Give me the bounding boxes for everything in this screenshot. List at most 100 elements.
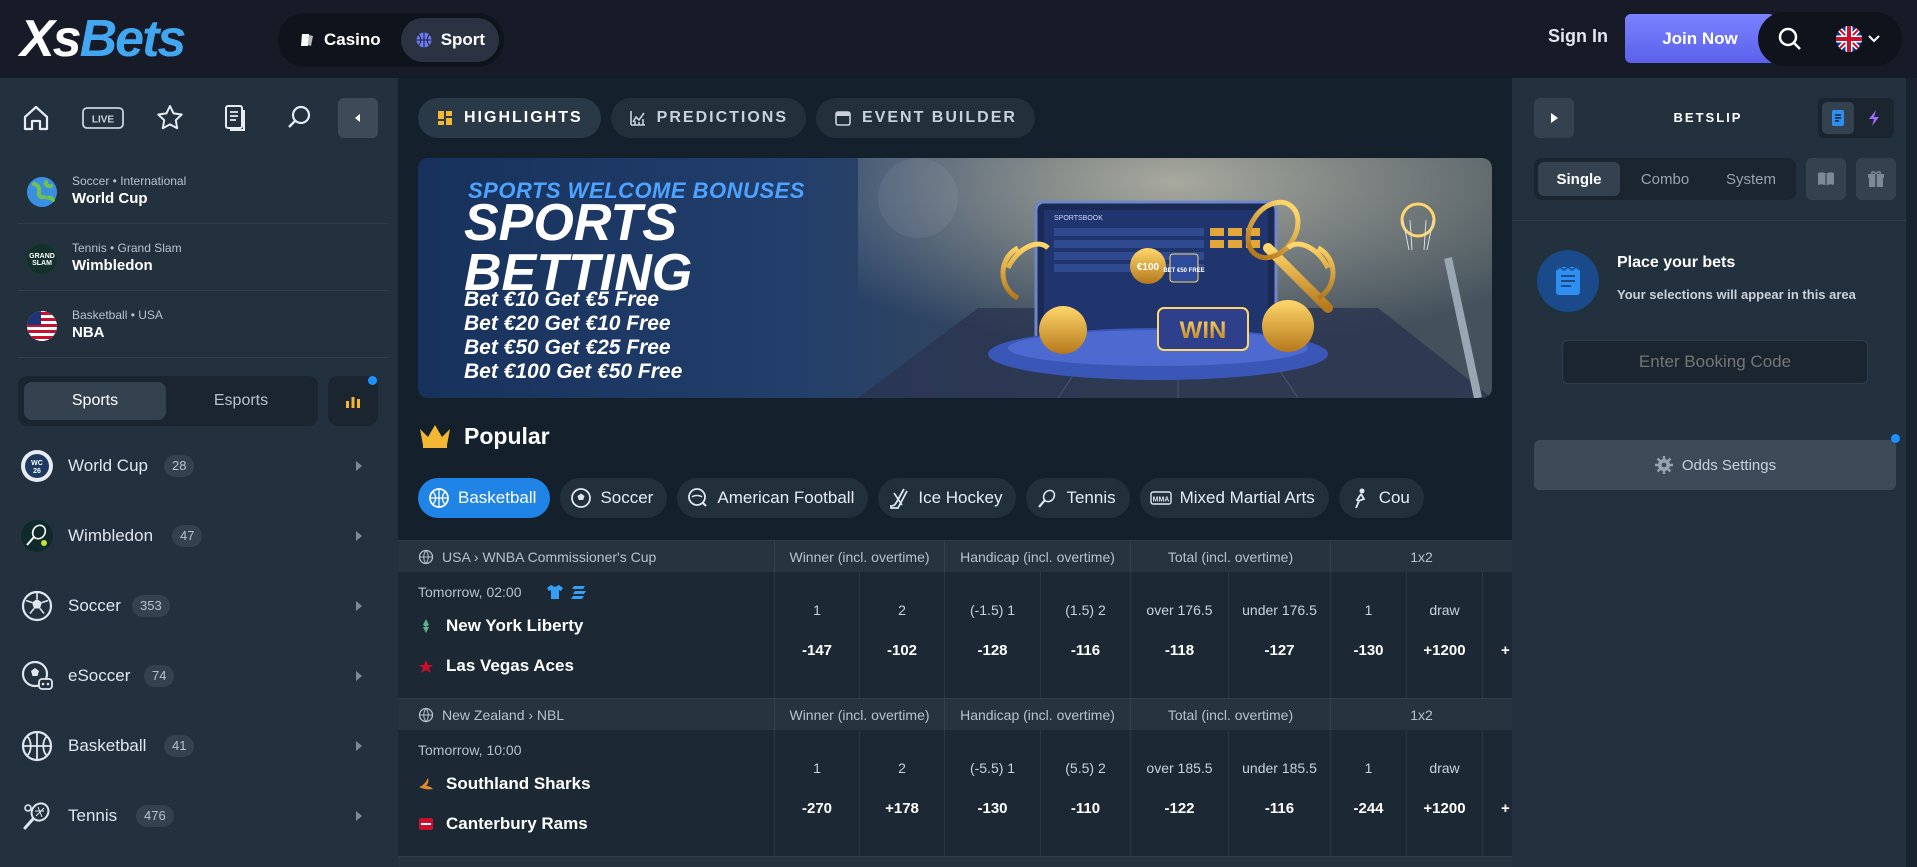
logo[interactable]: XsBets — [20, 12, 186, 66]
uk-flag-icon[interactable] — [1836, 26, 1862, 52]
book-icon — [1818, 172, 1834, 186]
notification-dot — [368, 376, 377, 385]
odds-cell[interactable]: (1.5) 2 -116 — [1040, 572, 1130, 698]
toggle-esports[interactable]: Esports — [170, 382, 312, 420]
collapse-sidebar-button[interactable] — [338, 98, 378, 138]
search-icon[interactable] — [1776, 25, 1804, 53]
svg-text:€100: €100 — [1137, 262, 1160, 273]
product-sport[interactable]: Sport — [400, 18, 500, 62]
chevron-right-icon — [354, 670, 364, 682]
bet-type-system[interactable]: System — [1710, 162, 1792, 196]
chip-tennis[interactable]: Tennis — [1026, 478, 1130, 518]
svg-text:GRAND: GRAND — [29, 253, 55, 260]
svg-text:BET €50 FREE: BET €50 FREE — [1163, 268, 1204, 274]
league-header[interactable]: New Zealand › NBL Winner (incl. overtime… — [398, 698, 1512, 731]
bookmarks-button[interactable] — [1806, 158, 1846, 200]
team-logo-icon — [418, 618, 434, 634]
odds-cell[interactable]: 1 -147 — [774, 572, 859, 698]
gift-icon — [1868, 171, 1884, 187]
sport-item-tennis[interactable]: Tennis 476 — [18, 790, 378, 840]
odds-cell[interactable]: over 185.5 -122 — [1130, 730, 1228, 856]
bet-type-combo[interactable]: Combo — [1624, 162, 1706, 196]
odds-cell[interactable]: draw +1200 — [1406, 730, 1482, 856]
svg-text:WIN: WIN — [1180, 317, 1227, 344]
betslip-collapse-button[interactable] — [1534, 98, 1574, 138]
chevron-down-icon[interactable] — [1868, 34, 1880, 44]
notification-dot — [1891, 434, 1900, 443]
betslip-empty-icon — [1537, 250, 1599, 312]
tab-highlights[interactable]: HIGHLIGHTS — [418, 98, 601, 138]
soccer-icon — [20, 589, 54, 623]
sport-item-esoccer[interactable]: eSoccer 74 — [18, 650, 378, 700]
odds-cell[interactable]: 1 -270 — [774, 730, 859, 856]
odds-cell[interactable]: (5.5) 2 -110 — [1040, 730, 1130, 856]
event-row[interactable]: Tomorrow, 02:00 New York Liberty Las Veg… — [398, 572, 1512, 698]
chip-counter-strike[interactable]: Cou — [1338, 478, 1424, 518]
grid-icon — [436, 109, 454, 127]
odds-cell[interactable]: 1 -130 — [1330, 572, 1406, 698]
tab-predictions[interactable]: PREDICTIONS — [610, 98, 807, 138]
hockey-stick-icon — [888, 487, 910, 509]
sport-count-badge: 353 — [132, 595, 170, 617]
team-away: Las Vegas Aces — [418, 656, 574, 676]
home-icon[interactable] — [18, 100, 54, 136]
play-icon — [1551, 113, 1558, 123]
featured-item-nba[interactable]: Basketball • USA NBA — [18, 292, 388, 358]
tab-event-builder[interactable]: EVENT BUILDER — [816, 98, 1035, 138]
chevron-left-icon — [355, 114, 360, 122]
crown-icon — [418, 423, 452, 449]
sport-item-basketball[interactable]: Basketball 41 — [18, 720, 378, 770]
odds-cell[interactable]: 2 +178 — [859, 730, 944, 856]
chip-american-football[interactable]: American Football — [677, 478, 869, 518]
odds-settings-button[interactable]: Odds Settings — [1534, 440, 1896, 490]
league-header[interactable]: USA › WNBA Commissioner's Cup Winner (in… — [398, 540, 1512, 573]
betslip-history-icon[interactable] — [218, 100, 254, 136]
live-icon[interactable]: LIVE — [82, 100, 124, 136]
page-scrollbar[interactable] — [1906, 78, 1917, 867]
gear-icon — [1654, 455, 1674, 475]
sport-item-wimbledon[interactable]: Wimbledon 47 — [18, 510, 378, 560]
betslip-quick-mode[interactable] — [1858, 102, 1890, 134]
svg-text:SPORTSBOOK: SPORTSBOOK — [1054, 215, 1103, 222]
join-now-button[interactable]: Join Now — [1625, 14, 1775, 63]
odds-cell[interactable]: draw +1200 — [1406, 572, 1482, 698]
odds-cell[interactable]: (-5.5) 1 -130 — [944, 730, 1040, 856]
product-switcher: Casino Sport — [278, 13, 504, 67]
chip-soccer[interactable]: Soccer — [560, 478, 668, 518]
builder-icon — [834, 109, 852, 127]
document-icon — [1832, 110, 1844, 126]
odds-cell[interactable]: 2 -102 — [859, 572, 944, 698]
betslip-mode-switch — [1818, 98, 1894, 138]
featured-item-wimbledon[interactable]: GRAND SLAM Tennis • Grand Slam Wimbledon — [18, 225, 388, 291]
odds-cell[interactable]: 1 -244 — [1330, 730, 1406, 856]
star-icon[interactable] — [152, 100, 188, 136]
featured-item-world-cup[interactable]: Soccer • International World Cup — [18, 158, 388, 224]
odds-cell[interactable]: under 176.5 -127 — [1228, 572, 1330, 698]
sign-in-link[interactable]: Sign In — [1548, 26, 1608, 47]
sport-item-world-cup[interactable]: WC 26 World Cup 28 — [18, 440, 378, 490]
product-casino[interactable]: Casino — [284, 18, 395, 62]
booking-code-input[interactable] — [1562, 340, 1868, 384]
search-icon[interactable] — [282, 100, 318, 136]
odds-cell[interactable]: + — [1482, 572, 1512, 698]
toggle-sports[interactable]: Sports — [24, 382, 166, 420]
sport-item-soccer[interactable]: Soccer 353 — [18, 580, 378, 630]
gift-button[interactable] — [1856, 158, 1896, 200]
bar-chart-icon — [346, 397, 360, 408]
chip-basketball[interactable]: Basketball — [418, 478, 551, 518]
event-row[interactable]: Tomorrow, 10:00 Southland Sharks Canterb… — [398, 730, 1512, 856]
odds-cell[interactable]: (-1.5) 1 -128 — [944, 572, 1040, 698]
betslip-standard-mode[interactable] — [1822, 102, 1854, 134]
chip-ice-hockey[interactable]: Ice Hockey — [878, 478, 1017, 518]
team-logo-icon — [418, 658, 434, 674]
lightning-icon — [1869, 110, 1879, 126]
chip-mma[interactable]: MMA Mixed Martial Arts — [1139, 478, 1329, 518]
promo-banner[interactable]: SPORTS WELCOME BONUSES SPORTS BETTING Be… — [418, 158, 1492, 398]
svg-text:MMA: MMA — [1152, 497, 1169, 504]
odds-cell[interactable]: under 185.5 -116 — [1228, 730, 1330, 856]
chevron-right-icon — [354, 460, 364, 472]
bet-type-single[interactable]: Single — [1538, 162, 1620, 196]
league-header[interactable] — [398, 856, 1512, 867]
odds-cell[interactable]: + — [1482, 730, 1512, 856]
odds-cell[interactable]: over 176.5 -118 — [1130, 572, 1228, 698]
